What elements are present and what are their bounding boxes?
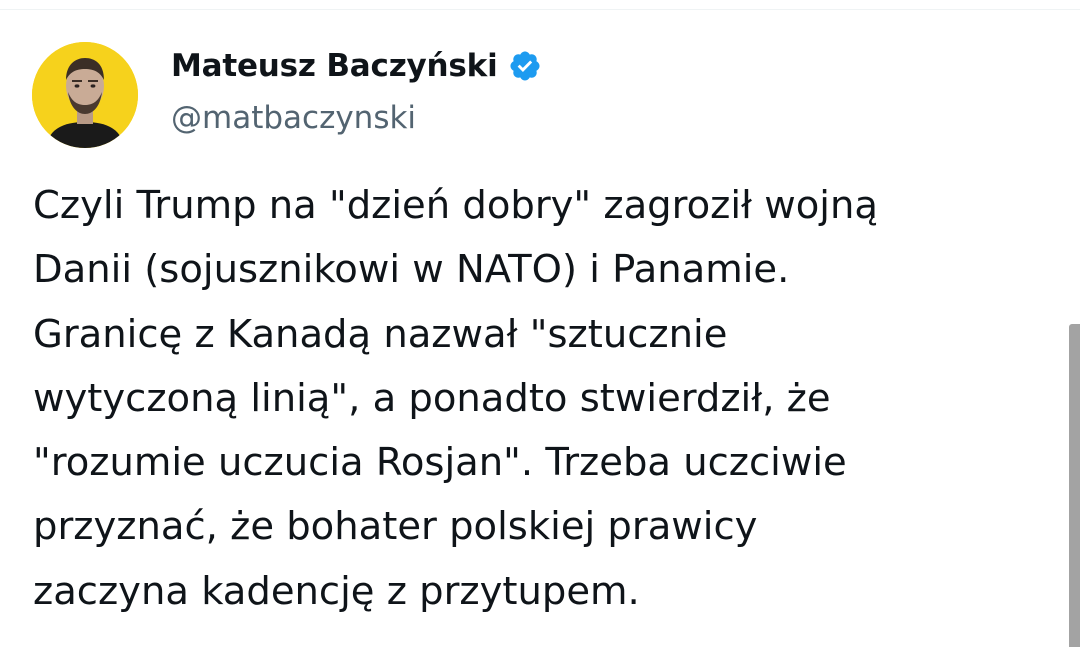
tweet-text-line: Granicę z Kanadą nazwał "sztucznie: [33, 311, 728, 357]
tweet-text-line: wytyczoną linią", a ponadto stwierdził, …: [33, 375, 831, 421]
author-display-name[interactable]: Mateusz Baczyński: [171, 44, 498, 88]
tweet-card: Mateusz Baczyński @matbaczynski Czyli Tr…: [0, 0, 1080, 647]
tweet-text-line: "rozumie uczucia Rosjan". Trzeba uczciwi…: [33, 440, 847, 486]
avatar-image: [32, 42, 138, 148]
author-name-row: Mateusz Baczyński: [171, 44, 542, 88]
tweet-text-line: Danii (sojusznikowi w NATO) i Panamie.: [33, 247, 790, 293]
avatar[interactable]: [32, 42, 138, 148]
tweet-text: Czyli Trump na "dzień dobry" zagroził wo…: [33, 174, 1043, 624]
tweet-text-line: przyznać, że bohater polskiej prawicy: [33, 504, 758, 550]
verified-badge-icon[interactable]: [508, 49, 542, 83]
tweet-text-line: zaczyna kadencję z przytupem.: [33, 568, 640, 614]
tweet-text-line: Czyli Trump na "dzień dobry" zagroził wo…: [33, 183, 878, 228]
scrollbar-thumb[interactable]: [1069, 324, 1080, 647]
author-handle[interactable]: @matbaczynski: [171, 96, 416, 140]
